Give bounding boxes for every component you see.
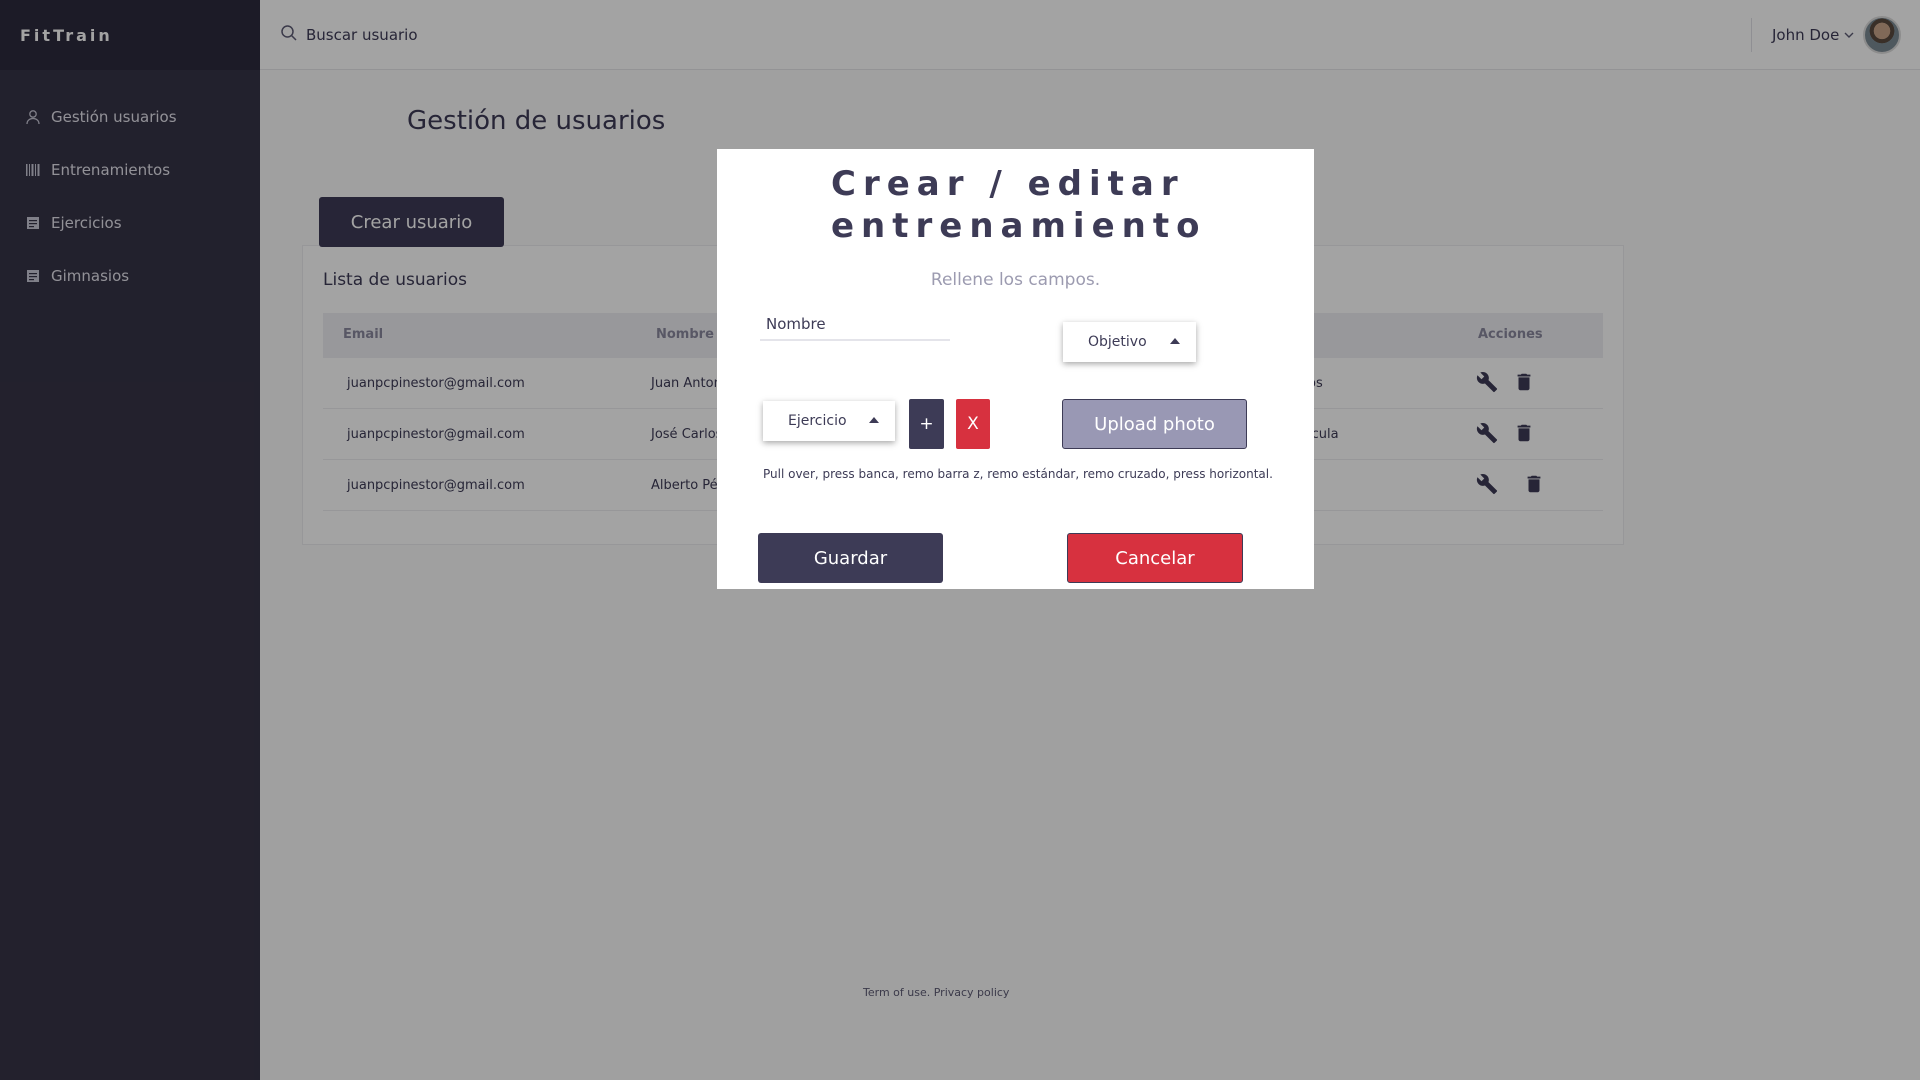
upload-photo-button[interactable]: Upload photo xyxy=(1062,399,1247,449)
remove-exercise-button[interactable]: X xyxy=(956,399,990,449)
training-modal: Crear / editar entrenamiento Rellene los… xyxy=(717,149,1314,589)
save-button[interactable]: Guardar xyxy=(758,533,943,583)
name-field[interactable] xyxy=(760,309,950,341)
caret-up-icon xyxy=(1170,338,1180,344)
objective-dropdown-label: Objetivo xyxy=(1088,334,1147,350)
cancel-button[interactable]: Cancelar xyxy=(1067,533,1243,583)
exercise-dropdown-label: Ejercicio xyxy=(788,413,847,429)
objective-dropdown[interactable]: Objetivo xyxy=(1063,322,1196,362)
caret-up-icon xyxy=(869,417,879,423)
modal-subtitle: Rellene los campos. xyxy=(930,270,1101,290)
exercise-dropdown[interactable]: Ejercicio xyxy=(763,401,895,441)
modal-title: Crear / editar entrenamiento xyxy=(831,164,1207,246)
add-exercise-button[interactable]: + xyxy=(909,399,944,449)
selected-exercises: Pull over, press banca, remo barra z, re… xyxy=(763,467,1273,481)
